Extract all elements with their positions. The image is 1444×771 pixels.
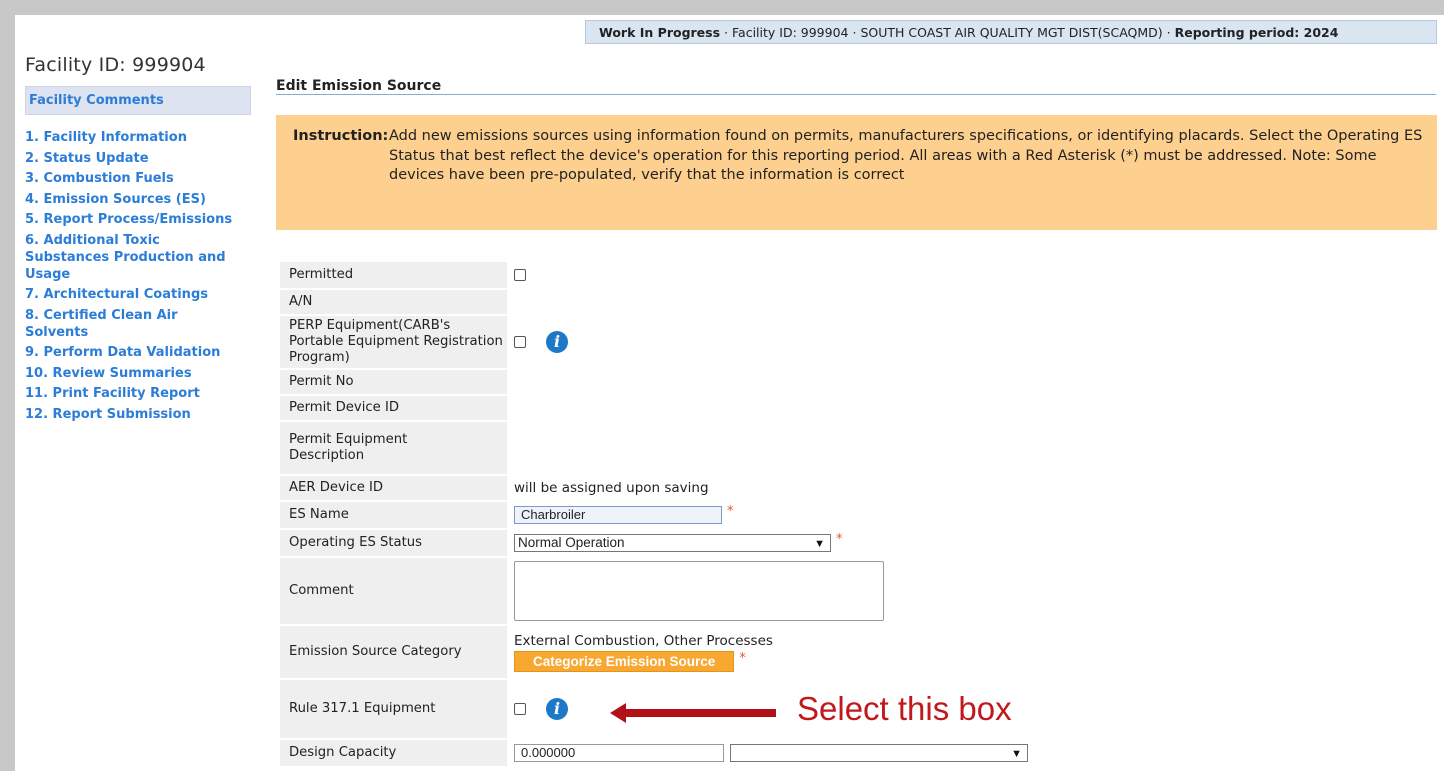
- nav-certified-clean-air-solvents[interactable]: 8. Certified Clean Air Solvents: [25, 307, 245, 341]
- instruction-box: Instruction: Add new emissions sources u…: [276, 115, 1437, 230]
- sidebar-nav: 1. Facility Information 2. Status Update…: [25, 129, 245, 426]
- row-es-name: ES Name Charbroiler *: [280, 502, 1200, 528]
- chevron-down-icon: ▼: [814, 538, 825, 550]
- nav-combustion-fuels[interactable]: 3. Combustion Fuels: [25, 170, 245, 187]
- label-permit-equipment-description: Permit Equipment Description: [280, 422, 507, 474]
- row-aer-device-id: AER Device ID will be assigned upon savi…: [280, 476, 1200, 500]
- label-comment: Comment: [280, 558, 507, 624]
- label-perp: PERP Equipment(CARB's Portable Equipment…: [280, 316, 507, 368]
- rule-317-1-checkbox[interactable]: [514, 703, 526, 715]
- label-emission-source-category: Emission Source Category: [280, 626, 507, 678]
- label-aer-device-id: AER Device ID: [280, 476, 507, 500]
- design-capacity-input[interactable]: 0.000000: [514, 744, 724, 762]
- row-permit-no: Permit No: [280, 370, 1200, 394]
- instruction-label: Instruction:: [293, 128, 389, 144]
- aer-device-id-value: will be assigned upon saving: [514, 480, 709, 496]
- chevron-down-icon: ▼: [1011, 748, 1022, 760]
- design-capacity-unit-select[interactable]: ▼: [730, 744, 1028, 762]
- nav-perform-data-validation[interactable]: 9. Perform Data Validation: [25, 344, 245, 361]
- row-comment: Comment: [280, 558, 1200, 624]
- nav-emission-sources[interactable]: 4. Emission Sources (ES): [25, 191, 245, 208]
- required-asterisk: *: [727, 504, 734, 519]
- perp-checkbox[interactable]: [514, 336, 526, 348]
- heading-divider: [276, 94, 1436, 95]
- rule-317-1-info-icon[interactable]: i: [546, 698, 568, 720]
- operating-status-selected: Normal Operation: [518, 535, 625, 550]
- label-operating-status: Operating ES Status: [280, 530, 507, 556]
- status-label: Work In Progress: [599, 25, 721, 40]
- perp-info-icon[interactable]: i: [546, 331, 568, 353]
- left-arrow-icon: [610, 703, 776, 723]
- row-perp: PERP Equipment(CARB's Portable Equipment…: [280, 316, 1200, 368]
- nav-additional-toxic-substances[interactable]: 6. Additional Toxic Substances Productio…: [25, 232, 245, 283]
- required-asterisk: *: [836, 532, 843, 547]
- operating-status-select[interactable]: Normal Operation ▼: [514, 534, 831, 552]
- required-asterisk: *: [739, 650, 746, 666]
- status-period: Reporting period: 2024: [1174, 25, 1339, 40]
- label-permit-no: Permit No: [280, 370, 507, 394]
- nav-report-process-emissions[interactable]: 5. Report Process/Emissions: [25, 211, 245, 228]
- row-permitted: Permitted: [280, 262, 1200, 288]
- nav-review-summaries[interactable]: 10. Review Summaries: [25, 365, 245, 382]
- row-permit-device-id: Permit Device ID: [280, 396, 1200, 420]
- nav-architectural-coatings[interactable]: 7. Architectural Coatings: [25, 286, 245, 303]
- status-facility: Facility ID: 999904: [732, 25, 849, 40]
- page-heading: Edit Emission Source: [276, 78, 442, 94]
- annotation-callout: Select this box: [797, 690, 1012, 727]
- nav-facility-information[interactable]: 1. Facility Information: [25, 129, 245, 146]
- facility-title: Facility ID: 999904: [25, 54, 206, 76]
- row-permit-equipment-description: Permit Equipment Description: [280, 422, 1200, 474]
- status-bar: Work In Progress · Facility ID: 999904 ·…: [585, 20, 1437, 44]
- row-an: A/N: [280, 290, 1200, 314]
- category-value: External Combustion, Other Processes: [514, 632, 773, 649]
- label-rule-317-1: Rule 317.1 Equipment: [280, 680, 507, 738]
- label-permitted: Permitted: [280, 262, 507, 288]
- nav-report-submission[interactable]: 12. Report Submission: [25, 406, 245, 423]
- es-name-input[interactable]: Charbroiler: [514, 506, 722, 524]
- categorize-emission-source-button[interactable]: Categorize Emission Source: [514, 650, 735, 672]
- row-emission-source-category: Emission Source Category External Combus…: [280, 626, 1200, 678]
- status-district: SOUTH COAST AIR QUALITY MGT DIST(SCAQMD): [860, 25, 1163, 40]
- nav-print-facility-report[interactable]: 11. Print Facility Report: [25, 385, 245, 402]
- instruction-text: Add new emissions sources using informat…: [389, 128, 1423, 183]
- row-design-capacity: Design Capacity 0.000000 ▼: [280, 740, 1200, 766]
- facility-comments-link[interactable]: Facility Comments: [25, 86, 251, 115]
- label-es-name: ES Name: [280, 502, 507, 528]
- permitted-checkbox[interactable]: [514, 269, 526, 281]
- nav-status-update[interactable]: 2. Status Update: [25, 150, 245, 167]
- label-an: A/N: [280, 290, 507, 314]
- comment-textarea[interactable]: [514, 561, 884, 621]
- row-operating-status: Operating ES Status Normal Operation ▼ *: [280, 530, 1200, 556]
- label-permit-device-id: Permit Device ID: [280, 396, 507, 420]
- label-design-capacity: Design Capacity: [280, 740, 507, 766]
